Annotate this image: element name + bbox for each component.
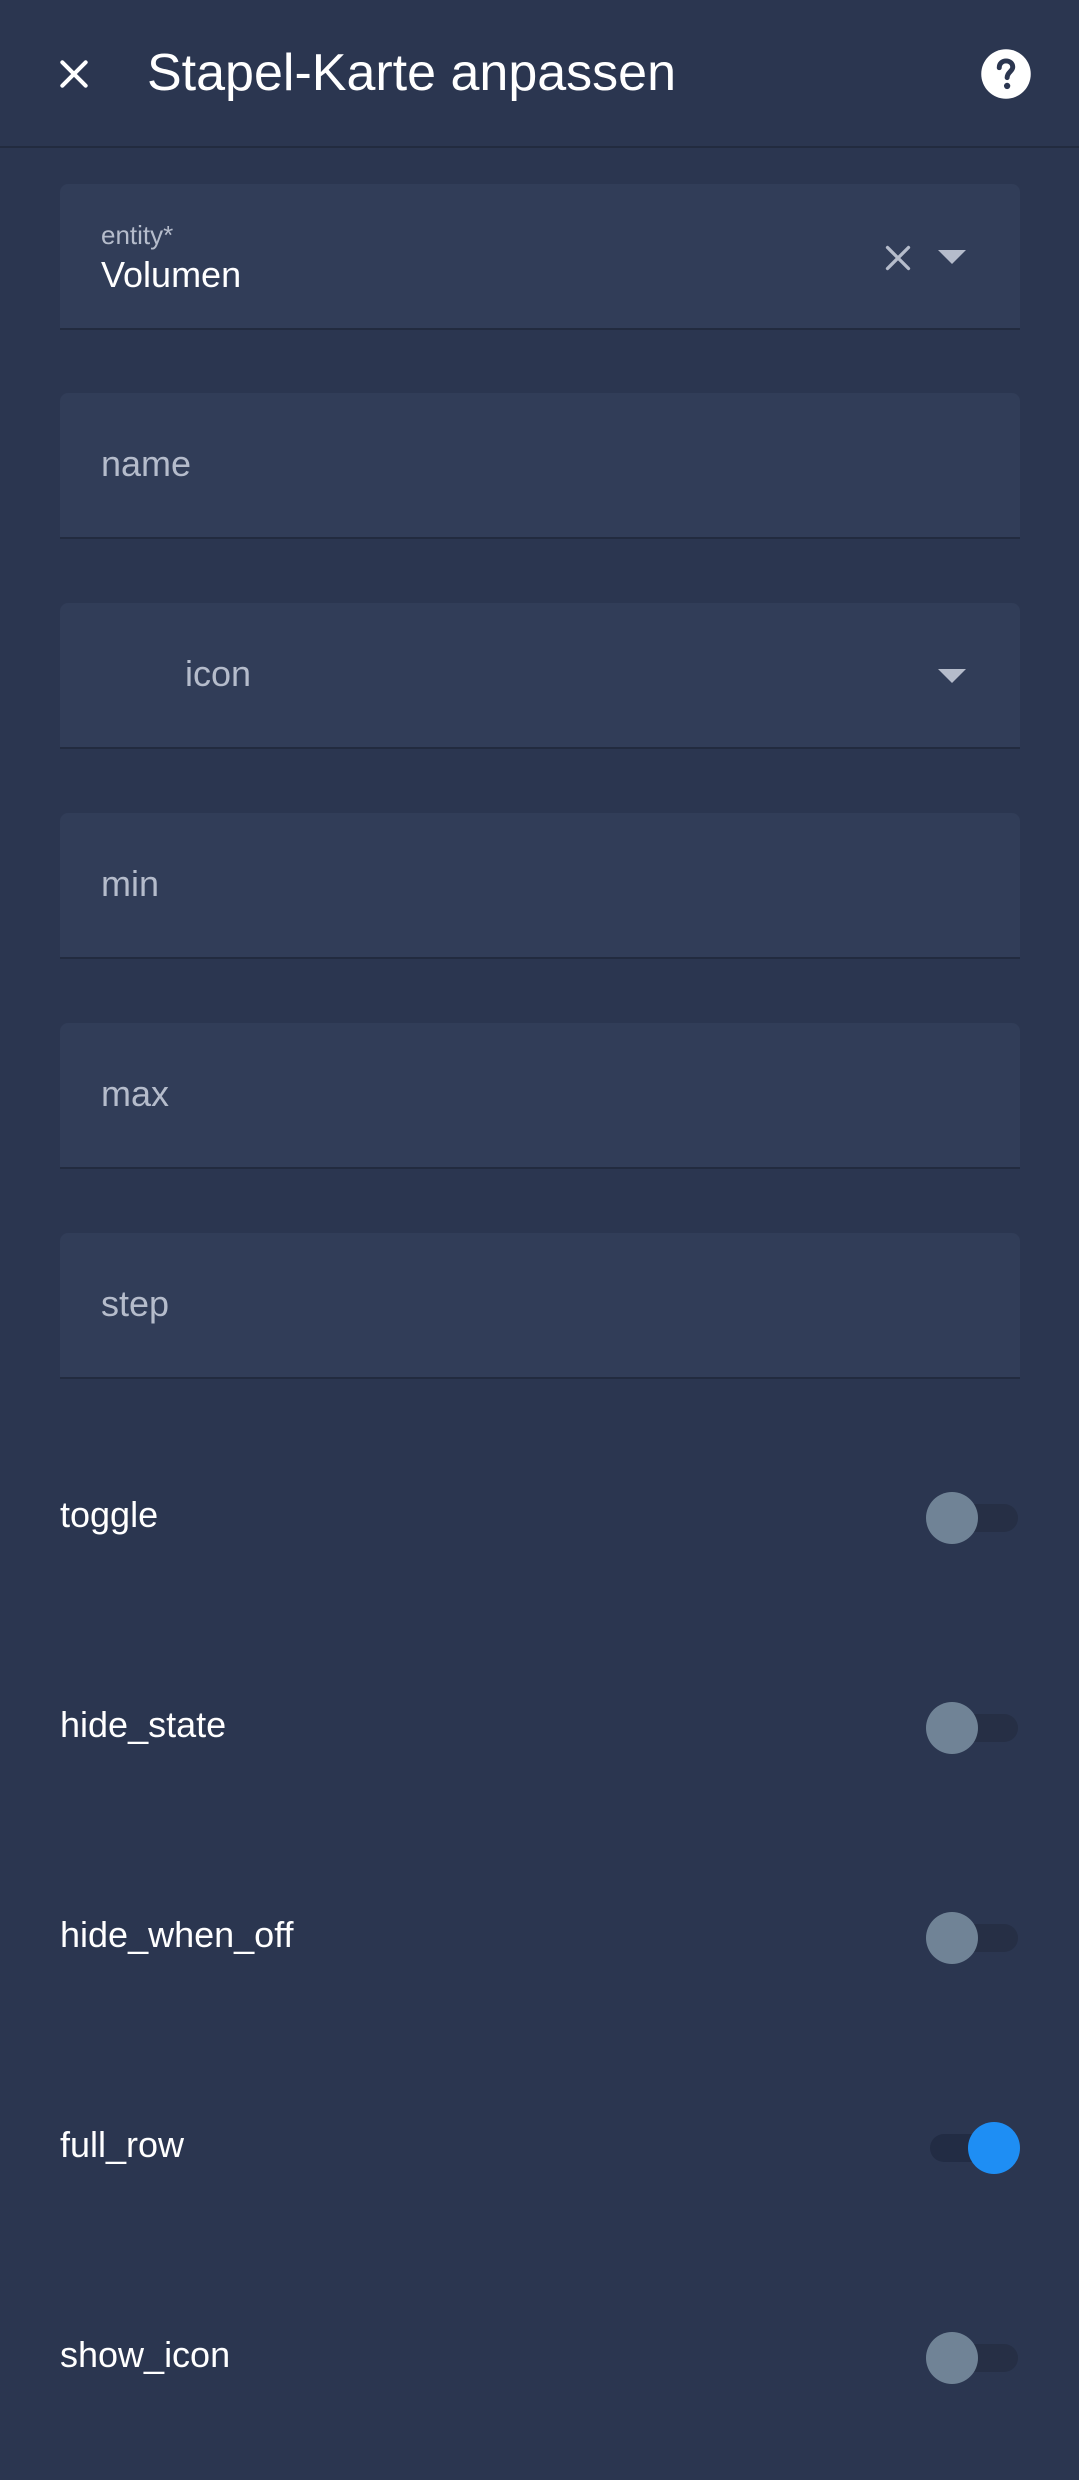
entity-picker[interactable]: entity* Volumen [60, 184, 1020, 330]
hide-state-label: hide_state [60, 1704, 227, 1745]
name-field[interactable]: name [60, 393, 1020, 539]
hide-when-off-switch[interactable] [924, 1912, 1020, 1964]
icon-placeholder: icon [185, 653, 252, 694]
switch-thumb [926, 1702, 978, 1754]
max-placeholder: max [101, 1073, 170, 1114]
help-circle-icon [981, 49, 1031, 99]
step-field[interactable]: step [60, 1233, 1020, 1379]
page-title: Stapel-Karte anpassen [147, 44, 677, 102]
toggle-row-toggle: toggle [60, 1466, 1020, 1566]
top-app-bar: Stapel-Karte anpassen [0, 0, 1079, 148]
dropdown-button[interactable] [930, 240, 974, 276]
toggle-label: toggle [60, 1494, 159, 1535]
switch-thumb [926, 1492, 978, 1544]
close-icon [885, 245, 911, 271]
toggle-row-hide-state: hide_state [60, 1676, 1020, 1776]
switch-thumb [926, 1912, 978, 1964]
entity-label: entity* [101, 220, 174, 250]
full-row-switch[interactable] [924, 2122, 1020, 2174]
switch-thumb [968, 2122, 1020, 2174]
clear-button[interactable] [876, 236, 920, 280]
close-icon [60, 60, 88, 88]
switch-thumb [926, 2332, 978, 2384]
min-field[interactable]: min [60, 813, 1020, 959]
step-placeholder: step [101, 1283, 170, 1324]
dropdown-button[interactable] [930, 659, 974, 695]
name-placeholder: name [101, 443, 192, 484]
hide-state-switch[interactable] [924, 1702, 1020, 1754]
toggle-switch[interactable] [924, 1492, 1020, 1544]
caret-down-icon [938, 250, 966, 264]
help-button[interactable] [976, 44, 1036, 104]
max-field[interactable]: max [60, 1023, 1020, 1169]
min-placeholder: min [101, 863, 160, 904]
hide-when-off-label: hide_when_off [60, 1914, 294, 1955]
toggle-row-show-icon: show_icon [60, 2306, 1020, 2406]
full-row-label: full_row [60, 2124, 185, 2165]
caret-down-icon [938, 669, 966, 683]
toggle-row-full-row: full_row [60, 2096, 1020, 2196]
show-icon-label: show_icon [60, 2334, 231, 2375]
icon-picker[interactable]: icon [60, 603, 1020, 749]
entity-value: Volumen [101, 254, 242, 295]
toggle-row-hide-when-off: hide_when_off [60, 1886, 1020, 1986]
close-button[interactable] [44, 44, 104, 104]
show-icon-switch[interactable] [924, 2332, 1020, 2384]
